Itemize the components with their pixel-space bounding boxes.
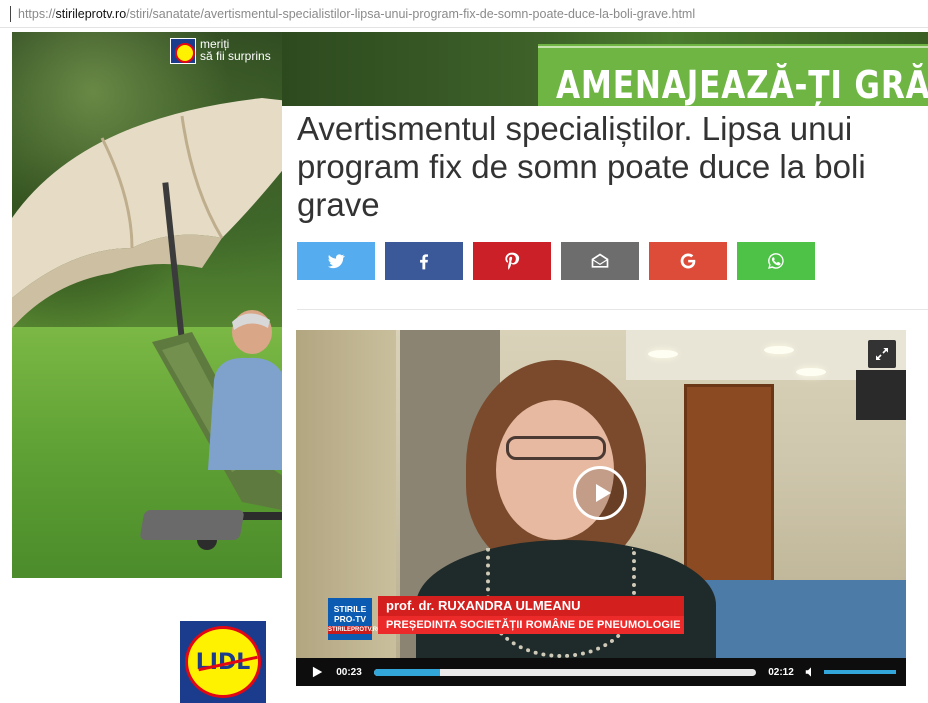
channel-logo-sub: STIRILEPROTV.RO — [328, 626, 382, 634]
lower-third-name: prof. dr. RUXANDRA ULMEANU — [378, 596, 684, 616]
share-facebook-button[interactable] — [385, 242, 463, 280]
lidl-logo-word: LIDL — [195, 649, 251, 675]
umbrella-base — [139, 510, 245, 540]
play-button[interactable] — [302, 658, 332, 686]
total-time: 02:12 — [768, 666, 794, 678]
share-email-button[interactable] — [561, 242, 639, 280]
email-icon — [591, 253, 609, 268]
section-divider — [297, 309, 928, 310]
expand-icon — [876, 348, 888, 360]
video-control-bar: 00:23 02:12 — [296, 658, 906, 686]
share-pinterest-button[interactable] — [473, 242, 551, 280]
scene-lamp — [648, 350, 678, 358]
volume-icon — [805, 667, 811, 677]
mute-button[interactable] — [798, 665, 824, 679]
lower-third-role: PREȘEDINTA SOCIETĂȚII ROMÂNE DE PNEUMOLO… — [378, 616, 684, 634]
url-path: /stiri/sanatate/avertismentul-specialist… — [126, 6, 696, 21]
google-icon — [680, 253, 696, 269]
play-icon — [596, 484, 611, 502]
ad-slogan: meriți să fii surprins — [200, 38, 271, 62]
scene-lamp — [796, 368, 826, 376]
pinterest-icon — [505, 252, 520, 270]
address-bar[interactable]: https://stirileprotv.ro/stiri/sanatate/a… — [0, 0, 928, 28]
speaker-glasses — [506, 436, 606, 460]
twitter-icon — [327, 254, 345, 269]
play-icon — [312, 666, 323, 678]
share-whatsapp-button[interactable] — [737, 242, 815, 280]
ad-brand-badge: meriți să fii surprins — [170, 38, 271, 64]
lidl-logo-ad[interactable]: LIDL — [180, 621, 266, 703]
whatsapp-icon — [768, 253, 784, 269]
banner-headline: AMENAJEAZĂ-ȚI GRĂDI — [556, 63, 928, 106]
share-google-button[interactable] — [649, 242, 727, 280]
seek-bar[interactable] — [374, 668, 756, 676]
lower-third: prof. dr. RUXANDRA ULMEANU PREȘEDINTA SO… — [378, 596, 684, 636]
scene-door — [684, 384, 774, 584]
volume-slider[interactable] — [824, 670, 896, 674]
share-twitter-button[interactable] — [297, 242, 375, 280]
url-host: stirileprotv.ro — [55, 6, 127, 21]
banner-stripe — [538, 46, 928, 48]
ad-slogan-line2: să fii surprins — [200, 49, 271, 63]
video-player[interactable]: STIRILE PRO-TV STIRILEPROTV.RO prof. dr.… — [296, 330, 906, 686]
channel-logo: STIRILE PRO-TV STIRILEPROTV.RO — [328, 598, 382, 640]
current-time: 00:23 — [336, 666, 362, 678]
scene-lamp — [764, 346, 794, 354]
lidl-logo-ring: LIDL — [185, 626, 261, 698]
top-advertisement-banner[interactable]: AMENAJEAZĂ-ȚI GRĂDI — [282, 32, 928, 106]
channel-logo-line1: STIRILE — [333, 604, 367, 614]
umbrella-image — [12, 98, 282, 328]
fullscreen-button[interactable] — [868, 340, 896, 368]
text-cursor — [10, 5, 11, 22]
url-scheme: https:// — [18, 6, 56, 21]
channel-logo-line2: PRO-TV — [333, 614, 367, 624]
seek-bar-progress — [374, 668, 441, 676]
scene-monitor — [856, 370, 906, 420]
article-title: Avertismentul specialiștilor. Lipsa unui… — [297, 110, 866, 223]
man-image — [208, 310, 282, 470]
lidl-logo-small-icon — [170, 38, 196, 64]
left-advertisement[interactable]: meriți să fii surprins — [12, 32, 282, 578]
facebook-icon — [420, 254, 428, 270]
share-buttons — [297, 242, 815, 280]
play-overlay-button[interactable] — [573, 466, 627, 520]
